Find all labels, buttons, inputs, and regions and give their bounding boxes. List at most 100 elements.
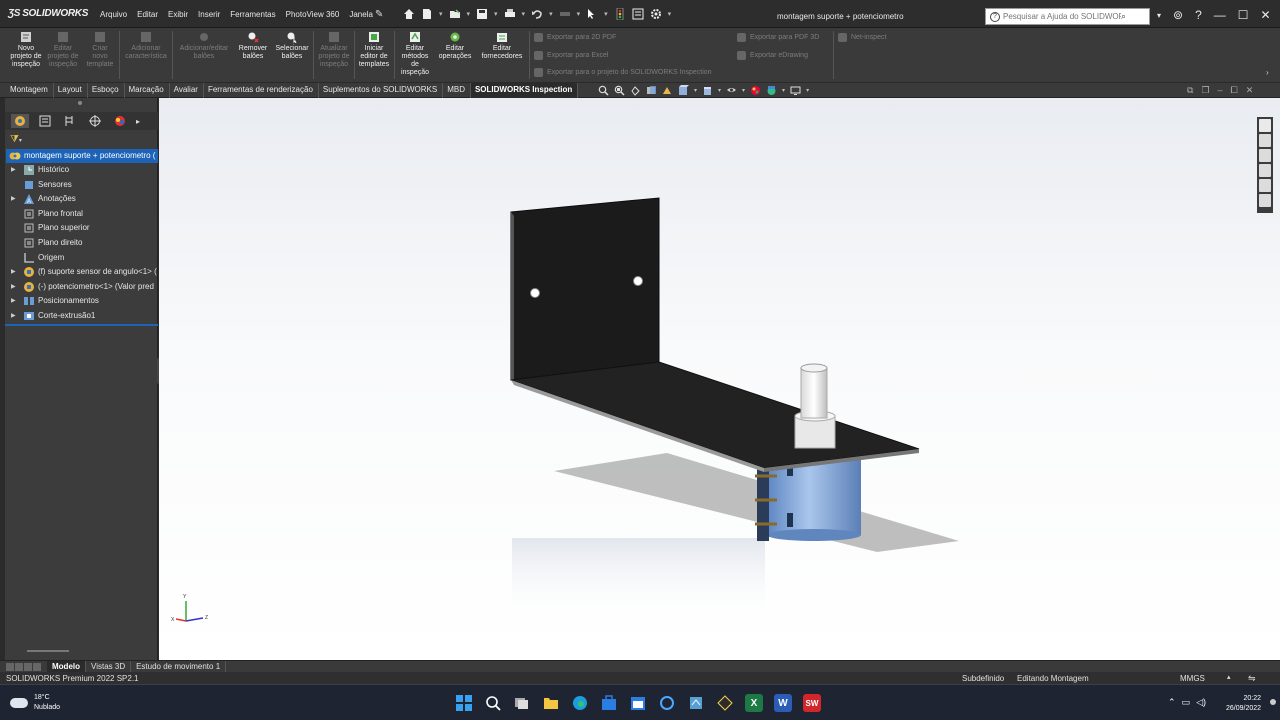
tree-item[interactable]: Plano superior (5, 221, 157, 235)
view-orientation-icon[interactable] (678, 85, 689, 96)
expand-arrow-icon[interactable]: ▶ (11, 280, 16, 294)
windows-start-icon[interactable] (455, 694, 473, 712)
maximize-icon[interactable]: ☐ (1238, 8, 1249, 22)
edit-suppliers-button[interactable]: Editar fornecedores (478, 31, 526, 61)
dynamic-annotation-icon[interactable] (662, 85, 673, 96)
help-search-input[interactable] (1003, 12, 1121, 21)
help-icon[interactable]: ? (1195, 8, 1202, 22)
tree-item[interactable]: Plano direito (5, 236, 157, 250)
tab-suplementos[interactable]: Suplementos do SOLIDWORKS (319, 83, 444, 98)
home-icon[interactable] (403, 8, 415, 20)
menu-inserir[interactable]: Inserir (198, 10, 220, 19)
create-template-button[interactable]: Criar novo template (84, 31, 116, 69)
tree-root-assembly[interactable]: montagem suporte + potenciometro ( (6, 149, 158, 163)
chevron-down-icon[interactable]: ▾ (806, 87, 809, 94)
menu-photoview[interactable]: PhotoView 360 (286, 10, 340, 19)
user-account-icon[interactable]: ⊚ (1173, 8, 1183, 22)
start-template-editor-button[interactable]: Iniciar editor de templates (356, 31, 392, 69)
quick-tips-icon[interactable]: ⇋ (1248, 673, 1256, 684)
undo-icon[interactable] (531, 8, 543, 20)
assembly-3d-view[interactable]: Y Z X (159, 98, 1280, 660)
arduino-icon[interactable] (716, 694, 734, 712)
tab-avaliar[interactable]: Avaliar (170, 83, 204, 98)
edit-operations-button[interactable]: Editar operações (436, 31, 474, 61)
help-search-box[interactable]: ? ⌕ (985, 8, 1150, 25)
expand-arrow-icon[interactable]: ▶ (11, 192, 16, 206)
menu-ferramentas[interactable]: Ferramentas (230, 10, 275, 19)
chevron-down-icon[interactable]: ▾ (742, 87, 745, 94)
chevron-down-icon[interactable]: ▾ (549, 10, 553, 18)
save-icon[interactable] (476, 8, 488, 20)
solidworks-taskbar-icon[interactable]: SW (803, 694, 821, 712)
tab-ferramentas-renderizacao[interactable]: Ferramentas de renderização (204, 83, 319, 98)
edit-inspection-project-button[interactable]: Editar projeto de inspeção (47, 31, 79, 69)
tab-solidworks-inspection[interactable]: SOLIDWORKS Inspection (470, 83, 579, 98)
calendar-app-icon[interactable] (629, 694, 647, 712)
chevron-down-icon[interactable]: ▾ (694, 87, 697, 94)
filter-icon[interactable]: ⧩▾ (10, 134, 22, 145)
doc-close-icon[interactable]: ✕ (1246, 85, 1254, 96)
edit-appearance-icon[interactable] (750, 85, 761, 96)
export-excel-button[interactable]: Exportar para Excel (534, 51, 608, 60)
word-icon[interactable]: W (774, 694, 792, 712)
microsoft-store-icon[interactable] (600, 694, 618, 712)
update-inspection-project-button[interactable]: Atualizar projeto de inspeção (316, 31, 352, 69)
export-2d-pdf-button[interactable]: Exportar para 2D PDF (534, 33, 616, 42)
close-icon[interactable]: ✕ (1261, 8, 1271, 22)
display-manager-tab-icon[interactable] (111, 114, 129, 128)
open-folder-icon[interactable] (449, 8, 461, 20)
tab-montagem[interactable]: Montagem (6, 83, 54, 98)
home-icon[interactable] (1259, 119, 1271, 132)
traffic-light-icon[interactable] (614, 7, 626, 21)
prev-tab-icon[interactable] (15, 662, 23, 671)
menu-janela[interactable]: Janela (349, 10, 373, 19)
solidworks-logo[interactable]: ƷS SOLIDWORKS (8, 8, 88, 19)
export-3d-pdf-button[interactable]: Exportar para PDF 3D (737, 33, 819, 42)
select-arrow-icon[interactable] (586, 8, 598, 20)
chevron-down-icon[interactable]: ▾ (718, 87, 721, 94)
tab-vistas-3d[interactable]: Vistas 3D (86, 661, 132, 672)
net-inspect-button[interactable]: Net-inspect (838, 33, 886, 42)
export-edrawing-button[interactable]: Exportar eDrawing (737, 51, 808, 60)
potentiometer-shaft[interactable] (800, 367, 828, 419)
export-inspection-project-button[interactable]: Exportar para o projeto do SOLIDWORKS In… (534, 68, 712, 77)
tree-item[interactable]: Plano frontal (5, 207, 157, 221)
tab-marcacao[interactable]: Marcação (125, 83, 170, 98)
tree-item[interactable]: ▶ (-) potenciometro<1> (Valor pred (5, 280, 157, 294)
tree-item[interactable]: ▶ Histórico (5, 163, 157, 177)
zoom-to-fit-icon[interactable] (598, 85, 609, 96)
remove-balloons-button[interactable]: Remover balões (236, 31, 270, 61)
add-edit-balloons-button[interactable]: Adicionar/editar balões (175, 31, 233, 61)
system-clock[interactable]: 20:22 26/09/2022 (1226, 694, 1261, 714)
zoom-area-icon[interactable] (614, 85, 625, 96)
new-window-icon[interactable]: ❐ (1201, 85, 1209, 96)
tab-mbd[interactable]: MBD (443, 83, 471, 98)
redo-icon[interactable] (559, 8, 571, 20)
print-icon[interactable] (504, 8, 516, 20)
feature-tree-tab-icon[interactable] (11, 114, 29, 128)
tree-item[interactable]: ▶ Corte-extrusão1 (5, 309, 157, 323)
chevron-right-icon[interactable]: ▸ (136, 117, 140, 126)
horizontal-scrollbar[interactable] (27, 650, 69, 652)
menu-arquivo[interactable]: Arquivo (100, 10, 127, 19)
chevron-down-icon[interactable]: ▾ (577, 10, 581, 18)
chevron-right-icon[interactable]: › (1266, 68, 1269, 77)
chevron-down-icon[interactable]: ▾ (494, 10, 498, 18)
pin-icon[interactable]: ✎ (375, 9, 383, 20)
chevron-down-icon[interactable]: ▾ (522, 10, 526, 18)
chevron-up-icon[interactable]: ▴ (1227, 673, 1231, 681)
previous-view-icon[interactable] (630, 85, 641, 96)
tree-item[interactable]: ▶ A Anotações (5, 192, 157, 206)
tree-item[interactable]: ▶ Posicionamentos (5, 294, 157, 308)
volume-icon[interactable]: ◁) (1196, 697, 1206, 708)
doc-minimize-icon[interactable]: – (1218, 85, 1223, 96)
last-tab-icon[interactable] (33, 662, 41, 671)
tree-item[interactable]: Origem (5, 251, 157, 265)
gear-icon[interactable] (650, 8, 662, 20)
excel-icon[interactable]: X (745, 694, 763, 712)
chevron-down-icon[interactable]: ▾ (439, 10, 443, 18)
unit-system[interactable]: MMGS (1180, 674, 1205, 683)
expand-arrow-icon[interactable]: ▶ (11, 265, 16, 279)
select-balloons-button[interactable]: Selecionar balões (273, 31, 311, 61)
chevron-down-icon[interactable]: ▾ (604, 10, 608, 18)
